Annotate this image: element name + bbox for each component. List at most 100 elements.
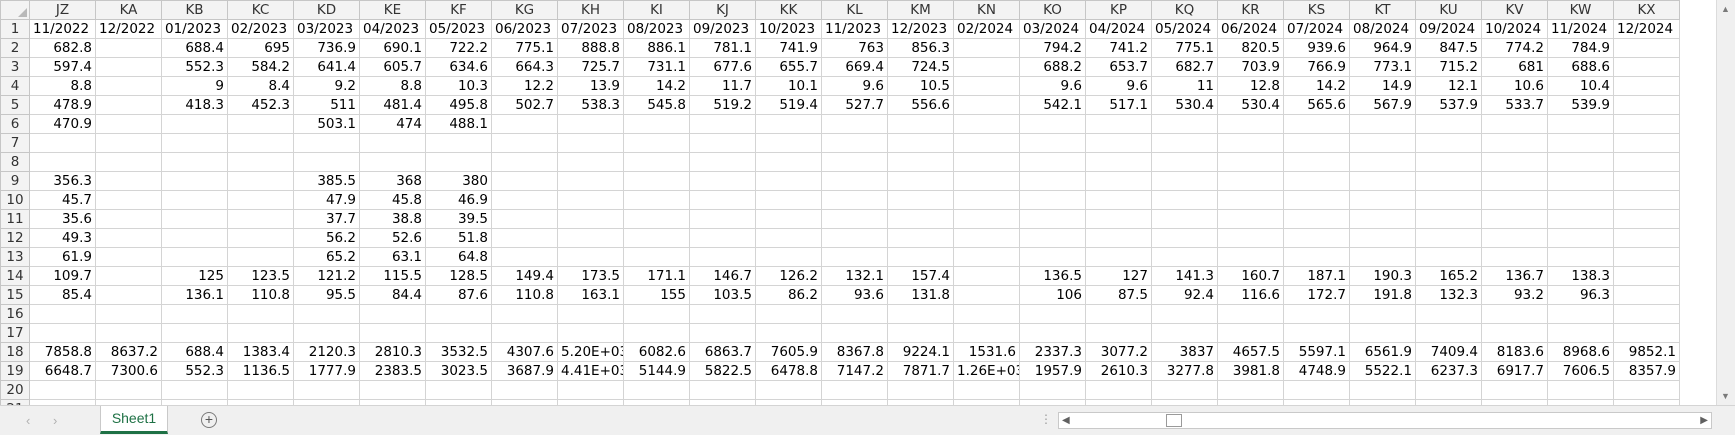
cell[interactable] (1019, 171, 1086, 191)
cell[interactable] (227, 228, 294, 248)
cell[interactable]: 132.3 (1415, 285, 1482, 305)
cell[interactable] (1613, 95, 1680, 115)
cell[interactable] (557, 228, 624, 248)
cell[interactable]: 172.7 (1283, 285, 1350, 305)
cell[interactable] (1481, 304, 1548, 324)
column-header[interactable]: KA (95, 0, 162, 20)
cell[interactable] (491, 247, 558, 267)
cell[interactable] (161, 380, 228, 400)
cell[interactable] (953, 304, 1020, 324)
cell[interactable] (1349, 133, 1416, 153)
cell[interactable] (1613, 380, 1680, 400)
cell[interactable] (1085, 304, 1152, 324)
cell[interactable]: 556.6 (887, 95, 954, 115)
cell[interactable]: 452.3 (227, 95, 294, 115)
cell[interactable]: 888.8 (557, 38, 624, 58)
column-header[interactable]: KF (425, 0, 492, 20)
cell[interactable] (755, 114, 822, 134)
cell[interactable] (689, 209, 756, 229)
column-header[interactable]: KE (359, 0, 426, 20)
cell[interactable]: 191.8 (1349, 285, 1416, 305)
cell[interactable]: 2610.3 (1085, 361, 1152, 381)
cell[interactable] (1283, 209, 1350, 229)
cell[interactable] (1019, 209, 1086, 229)
cell[interactable] (227, 380, 294, 400)
cell[interactable] (1019, 133, 1086, 153)
cell[interactable]: 06/2024 (1217, 19, 1284, 39)
cell[interactable]: 5144.9 (623, 361, 690, 381)
cell[interactable] (689, 133, 756, 153)
cell[interactable] (491, 114, 558, 134)
cell[interactable] (95, 38, 162, 58)
cell[interactable]: 6561.9 (1349, 342, 1416, 362)
cell[interactable]: 106 (1019, 285, 1086, 305)
cell[interactable] (821, 152, 888, 172)
cell[interactable] (1349, 380, 1416, 400)
cell[interactable]: 418.3 (161, 95, 228, 115)
row-header[interactable]: 18 (0, 342, 30, 362)
cell[interactable] (359, 323, 426, 343)
cell[interactable]: 01/2023 (161, 19, 228, 39)
cell[interactable]: 552.3 (161, 57, 228, 77)
cell[interactable] (1349, 114, 1416, 134)
cell[interactable] (425, 133, 492, 153)
cell[interactable] (161, 247, 228, 267)
cell[interactable] (953, 38, 1020, 58)
cell[interactable] (95, 209, 162, 229)
cell[interactable] (1217, 228, 1284, 248)
cell[interactable] (1019, 152, 1086, 172)
cell[interactable] (1415, 380, 1482, 400)
cell[interactable] (1613, 38, 1680, 58)
cell[interactable] (1283, 133, 1350, 153)
cell[interactable]: 964.9 (1349, 38, 1416, 58)
cell[interactable] (887, 209, 954, 229)
cell[interactable]: 10/2023 (755, 19, 822, 39)
cell[interactable] (1415, 323, 1482, 343)
column-header[interactable]: KM (887, 0, 954, 20)
cell[interactable] (1217, 323, 1284, 343)
cell[interactable] (623, 228, 690, 248)
cell[interactable] (1547, 152, 1614, 172)
cell[interactable]: 127 (1085, 266, 1152, 286)
cell[interactable] (557, 133, 624, 153)
cell[interactable] (1283, 380, 1350, 400)
cell[interactable]: 173.5 (557, 266, 624, 286)
cell[interactable]: 11.7 (689, 76, 756, 96)
cell[interactable]: 530.4 (1151, 95, 1218, 115)
cell[interactable]: 695 (227, 38, 294, 58)
scroll-left-icon[interactable]: ◀ (1062, 413, 1070, 428)
cell[interactable] (1151, 152, 1218, 172)
cell[interactable]: 7858.8 (29, 342, 96, 362)
cell[interactable]: 9852.1 (1613, 342, 1680, 362)
cell[interactable]: 820.5 (1217, 38, 1284, 58)
cell[interactable]: 47.9 (293, 190, 360, 210)
cell[interactable] (1283, 228, 1350, 248)
cell[interactable] (293, 304, 360, 324)
cell[interactable]: 1.26E+03 (953, 361, 1020, 381)
cell[interactable] (95, 323, 162, 343)
cell[interactable]: 584.2 (227, 57, 294, 77)
cell[interactable] (821, 323, 888, 343)
cell[interactable] (491, 323, 558, 343)
cell[interactable]: 04/2023 (359, 19, 426, 39)
cell[interactable]: 682.8 (29, 38, 96, 58)
cell[interactable]: 157.4 (887, 266, 954, 286)
cell[interactable] (953, 266, 1020, 286)
cell[interactable] (1217, 209, 1284, 229)
cell[interactable] (557, 171, 624, 191)
cell[interactable]: 132.1 (821, 266, 888, 286)
cell[interactable] (557, 380, 624, 400)
cell[interactable] (1019, 190, 1086, 210)
cell[interactable]: 56.2 (293, 228, 360, 248)
column-header[interactable]: KO (1019, 0, 1086, 20)
cell[interactable] (821, 228, 888, 248)
cell[interactable]: 773.1 (1349, 57, 1416, 77)
cell[interactable]: 385.5 (293, 171, 360, 191)
column-header[interactable]: KQ (1151, 0, 1218, 20)
cell[interactable]: 7409.4 (1415, 342, 1482, 362)
cell[interactable] (557, 114, 624, 134)
cell[interactable]: 08/2024 (1349, 19, 1416, 39)
cell[interactable] (1613, 190, 1680, 210)
cell[interactable]: 9.6 (1019, 76, 1086, 96)
cell[interactable] (1283, 190, 1350, 210)
